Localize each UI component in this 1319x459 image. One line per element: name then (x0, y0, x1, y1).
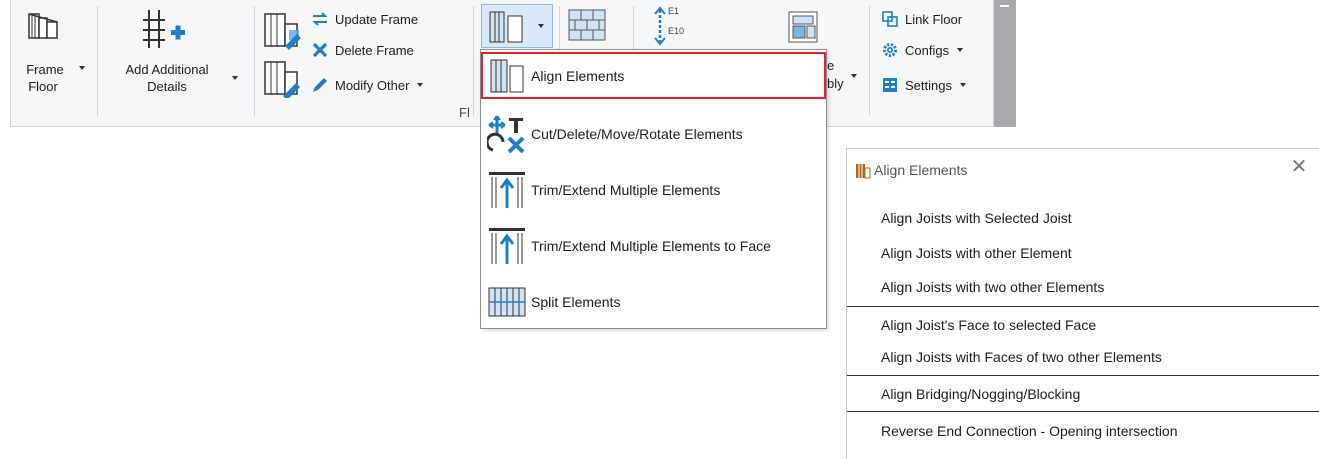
ribbon-separator (473, 6, 474, 116)
cut-move-rotate-icon (487, 115, 525, 154)
menu-item-trim-extend[interactable]: Trim/Extend Multiple Elements (481, 168, 826, 212)
delete-x-icon (311, 41, 329, 59)
align-joists-faces-two-elements[interactable]: Align Joists with Faces of two other Ele… (881, 349, 1162, 365)
settings-icon (881, 76, 899, 94)
frame-floor-label-1: Frame (26, 62, 64, 77)
gear-icon (881, 41, 899, 59)
e10-label: E10 (668, 26, 685, 36)
align-elements-title-icon (856, 164, 871, 179)
chevron-down-icon (957, 48, 964, 52)
e1-label: E1 (668, 6, 680, 16)
update-frame-large-icon[interactable] (263, 10, 303, 50)
chevron-down-icon (232, 76, 238, 80)
assembly-icon[interactable] (787, 10, 821, 44)
align-elements-icon (490, 59, 524, 93)
add-details-icon (143, 10, 185, 48)
menu-item-align-elements[interactable]: Align Elements (481, 56, 826, 96)
align-joists-two-other-elements[interactable]: Align Joists with two other Elements (881, 279, 1104, 295)
add-details-label-2: Details (147, 79, 187, 94)
update-frame-button[interactable]: Update Frame (311, 10, 418, 28)
menu-item-split-elements[interactable]: Split Elements (481, 280, 826, 324)
ribbon-separator (254, 6, 255, 116)
ribbon-separator (97, 6, 98, 116)
menu-item-label: Split Elements (531, 294, 621, 310)
chevron-down-icon (959, 83, 966, 87)
frame-floor-label-2: Floor (28, 79, 58, 94)
ribbon-overflow-bar[interactable] (994, 0, 1016, 127)
align-joists-selected-joist[interactable]: Align Joists with Selected Joist (881, 210, 1072, 226)
panel-group-label: Fl (459, 105, 470, 120)
align-elements-dropdown-menu: Align Elements Cut/Delete/Move/Rotate El… (480, 49, 827, 329)
panel-title: Align Elements (874, 162, 968, 178)
frame-floor-button[interactable]: Frame Floor (15, 4, 87, 104)
assembly-label-fragment-1: e (827, 58, 835, 73)
split-elements-icon (488, 287, 526, 317)
align-elements-split-button[interactable] (481, 4, 553, 48)
modify-other-label: Modify Other (335, 77, 410, 93)
menu-separator (847, 375, 1319, 376)
chevron-down-icon (417, 83, 424, 87)
menu-item-label: Cut/Delete/Move/Rotate Elements (531, 126, 743, 142)
close-icon[interactable]: ✕ (1289, 157, 1309, 177)
configs-label: Configs (905, 42, 950, 58)
align-elements-icon (489, 11, 523, 43)
align-joist-face-selected-face[interactable]: Align Joist's Face to selected Face (881, 317, 1096, 333)
menu-item-label: Align Elements (531, 68, 625, 84)
numbering-arrow-icon (654, 6, 666, 46)
ribbon-separator (869, 6, 870, 116)
link-floor-label: Link Floor (905, 11, 963, 27)
link-floor-icon (881, 10, 899, 28)
menu-separator (847, 411, 1319, 412)
delete-frame-label: Delete Frame (335, 42, 414, 58)
assembly-label-fragment-2: bly (827, 76, 844, 91)
menu-item-cut-delete-move-rotate[interactable]: Cut/Delete/Move/Rotate Elements (481, 112, 826, 156)
wall-brick-icon[interactable] (567, 8, 607, 42)
menu-item-trim-extend-to-face[interactable]: Trim/Extend Multiple Elements to Face (481, 224, 826, 268)
modify-other-button[interactable]: Modify Other (311, 76, 424, 94)
trim-extend-icon (489, 172, 525, 208)
chevron-down-icon (851, 74, 857, 78)
align-bridging-nogging-blocking[interactable]: Align Bridging/Nogging/Blocking (881, 386, 1080, 402)
align-joists-other-element[interactable]: Align Joists with other Element (881, 245, 1072, 261)
chevron-down-icon (79, 66, 85, 70)
settings-label: Settings (905, 77, 952, 93)
modify-frame-large-icon[interactable] (263, 58, 303, 98)
align-elements-panel: Align Elements ✕ Align Joists with Selec… (846, 148, 1319, 459)
settings-button[interactable]: Settings (881, 76, 966, 94)
chevron-down-icon (538, 24, 544, 28)
update-frame-label: Update Frame (335, 11, 419, 27)
delete-frame-button[interactable]: Delete Frame (311, 41, 414, 59)
configs-button[interactable]: Configs (881, 41, 964, 59)
menu-separator (847, 306, 1319, 307)
menu-item-label: Trim/Extend Multiple Elements (531, 182, 721, 198)
frame-floor-icon (28, 13, 58, 39)
trim-extend-face-icon (489, 228, 525, 264)
link-floor-button[interactable]: Link Floor (881, 10, 962, 28)
reverse-end-connection[interactable]: Reverse End Connection - Opening interse… (881, 423, 1178, 439)
element-numbering-button[interactable]: E1 E10 (651, 4, 711, 48)
add-details-label-1: Add Additional (125, 62, 209, 77)
add-additional-details-button[interactable]: Add Additional Details (109, 4, 239, 104)
swap-arrows-icon (311, 10, 329, 28)
pencil-icon (311, 76, 329, 94)
menu-item-label: Trim/Extend Multiple Elements to Face (531, 238, 771, 254)
